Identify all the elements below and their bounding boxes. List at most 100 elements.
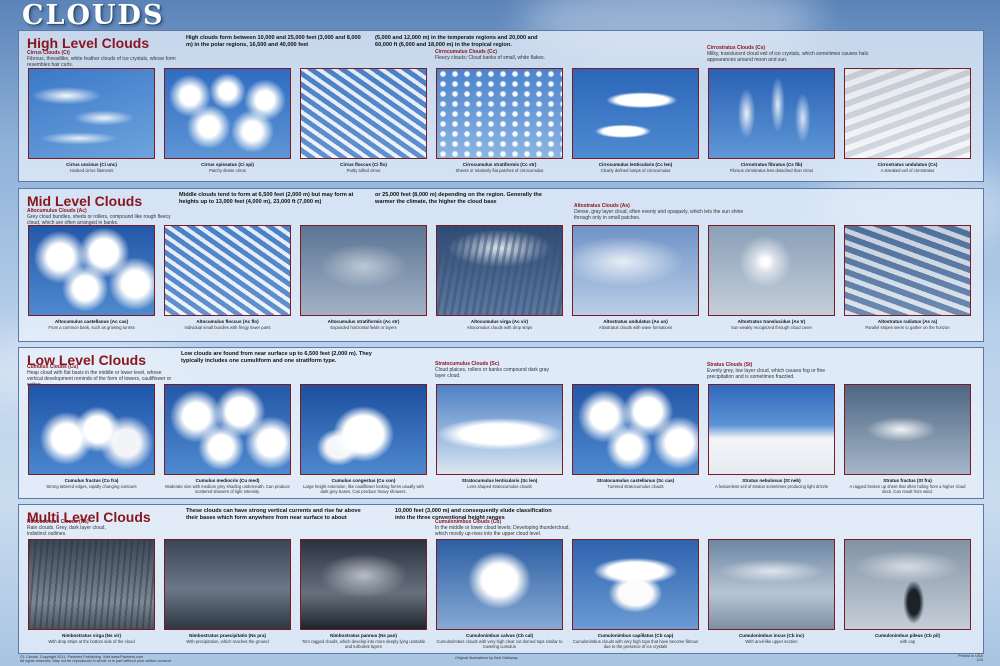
cloud-genus-label: Cirrocumulus Clouds (Cc) Fleecy clouds; C… xyxy=(435,49,555,61)
genus-description: In the middle or lower cloud levels; Dev… xyxy=(435,525,570,537)
cloud-species-description: Partly tufted cirrus xyxy=(346,168,381,173)
section-title: Mid Level Clouds xyxy=(27,193,143,209)
cloud-photo xyxy=(300,68,427,159)
cloud-photo xyxy=(436,539,563,630)
cloud-species-description: Cumulonimbus clouds with very high clear… xyxy=(436,639,563,649)
cloud-species-description: Cumulonimbus clouds with very high tops … xyxy=(572,639,699,649)
cloud-photo xyxy=(844,384,971,475)
cloud-image xyxy=(709,226,834,315)
cloud-image xyxy=(573,385,698,474)
cloud-species-description: Hooked cirrus filaments xyxy=(69,168,114,173)
cloud-species-description: Individual small bundles with fringy low… xyxy=(184,325,271,330)
cloud-image xyxy=(29,226,154,315)
cloud-image xyxy=(165,226,290,315)
cloud-species-name: Cirrus uncinus (Ci unc) xyxy=(66,162,117,167)
cloud-image xyxy=(437,69,562,158)
cloud-species-name: Altocumulus floccus (Ac flo) xyxy=(196,319,259,324)
cloud-species-description: Fibrous cirrostratus less detached than … xyxy=(729,168,814,173)
cloud-image xyxy=(437,226,562,315)
cloud-species-description: A streaked veil of cirrostratus xyxy=(880,168,935,173)
cloud-genus-label: Nimbostratus Clouds (Ns) Rain clouds. Gre… xyxy=(27,519,112,537)
cloud-species-name: Cumulus congestus (Cu con) xyxy=(331,478,396,483)
cloud-species-name: Stratus fractus (St fra) xyxy=(883,478,932,483)
cloud-image xyxy=(709,385,834,474)
section-description: or 25,000 feet (8,000 m) depending on th… xyxy=(375,192,542,205)
cloud-species-name: Nimbostratus virga (Ns vir) xyxy=(62,633,121,638)
cloud-species-name: Altostratus undulatus (As un) xyxy=(603,319,668,324)
cloud-photo xyxy=(164,539,291,630)
cloud-genus-label: Altostratus Clouds (As) Dense, gray layer… xyxy=(574,203,749,221)
cloud-species-description: Clearly defined lumps of cirrocumulus xyxy=(600,168,671,173)
cloud-species-name: Cirrus floccus (Ci flo) xyxy=(340,162,387,167)
cloud-genus-label: Altocumulus Clouds (Ac) Grey cloud bundle… xyxy=(27,208,177,226)
cloud-image xyxy=(845,69,970,158)
cloud-species-name: Altostratus radiatus (As ra) xyxy=(877,319,938,324)
cloud-species-name: Nimbostratus pannus (Ns pan) xyxy=(330,633,397,638)
cloud-species-description: Altostratus clouds with wave formations xyxy=(598,325,673,330)
cloud-species-description: With anvil-like upper section xyxy=(745,639,798,644)
cloud-photo xyxy=(572,68,699,159)
cloud-species-name: Cumulonimbus capillatus (Cb cap) xyxy=(597,633,674,638)
section-title: High Level Clouds xyxy=(27,35,150,51)
cloud-image xyxy=(437,540,562,629)
cloud-photo xyxy=(844,539,971,630)
cloud-species-name: Cirrostratus undulatus (Cs) xyxy=(877,162,938,167)
cloud-photo xyxy=(436,68,563,159)
cloud-species-name: Cumulonimbus calvus (Cb cal) xyxy=(465,633,534,638)
cloud-species-name: Cirrocumulus stratiformis (Cc str) xyxy=(462,162,537,167)
section-mid-level-clouds: Mid Level Clouds Middle clouds tend to fo… xyxy=(18,188,984,342)
cloud-image xyxy=(573,69,698,158)
cloud-photo xyxy=(572,225,699,316)
cloud-image xyxy=(573,540,698,629)
cloud-image xyxy=(29,540,154,629)
cloud-image xyxy=(301,226,426,315)
cloud-species-description: with cap xyxy=(899,639,916,644)
poster-title: CLOUDS xyxy=(22,0,165,31)
cloud-species-description: Altocumulus clouds with drop strips xyxy=(466,325,533,330)
cloud-photo xyxy=(436,225,563,316)
cloud-species-description: A featureless veil of stratus sometimes … xyxy=(714,484,829,489)
cloud-species-description: Expanded horizontal fields or layers xyxy=(330,325,397,330)
cloud-species-description: Strong tattered edges, rapidly changing … xyxy=(46,484,137,489)
cloud-image xyxy=(709,69,834,158)
cloud-species-description: Parallel stripes seem to gather on the h… xyxy=(865,325,950,330)
cloud-photo xyxy=(844,225,971,316)
section-high-level-clouds: High Level Clouds High clouds form betwee… xyxy=(18,30,984,182)
cloud-image xyxy=(301,540,426,629)
cloud-photo xyxy=(572,539,699,630)
cloud-photo xyxy=(300,225,427,316)
cloud-species-description: Large height extension, like cauliflower… xyxy=(303,484,424,494)
cloud-species-name: Altocumulus castellanus (Ac cas) xyxy=(54,319,129,324)
footer-copyright: ©1 Clouds. Copyright 2011. Palmiers Publ… xyxy=(20,655,172,663)
cloud-species-name: Stratocumulus lenticularis (Sc len) xyxy=(461,478,538,483)
section-low-level-clouds: Low Level Clouds Low clouds are found fro… xyxy=(18,347,984,499)
section-description: High clouds form between 10,000 and 25,0… xyxy=(186,35,361,48)
cloud-image xyxy=(845,385,970,474)
cloud-species-description: With drop strips at the bottom side of t… xyxy=(48,639,135,644)
cloud-photo xyxy=(572,384,699,475)
cloud-genus-label: Cirrus Clouds (Ci) Fibrous, threadlike, w… xyxy=(27,50,177,68)
genus-description: Milky, translucent cloud veil of ice cry… xyxy=(707,51,869,63)
cloud-species-name: Cumulus mediocris (Cu med) xyxy=(195,478,260,483)
cloud-image xyxy=(165,69,290,158)
cloud-species-name: Cumulonimbus incus (Cb inc) xyxy=(738,633,805,638)
cloud-species-description: Turreted stratocumulus clouds xyxy=(607,484,664,489)
cloud-photo xyxy=(708,539,835,630)
cloud-species-description: From a common bank, such as growing turr… xyxy=(48,325,135,330)
cloud-image xyxy=(845,226,970,315)
genus-description: Fleecy clouds; Cloud banks of small, whi… xyxy=(435,55,546,61)
cloud-species-name: Cirrostratus fibratus (Cs fib) xyxy=(740,162,803,167)
section-description: Low clouds are found from near surface u… xyxy=(181,351,372,364)
cloud-photo xyxy=(436,384,563,475)
cloud-species-name: Altocumulus virga (Ac vir) xyxy=(470,319,529,324)
cloud-species-name: Nimbostratus praecipitatio (Ns pra) xyxy=(189,633,266,638)
cloud-genus-label: Cirrostratus Clouds (Cs) Milky, transluce… xyxy=(707,45,877,63)
cloud-species-name: Cirrocumulus lenticularis (Cc len) xyxy=(598,162,673,167)
cloud-species-name: Altostratus translucidus (As tr) xyxy=(737,319,806,324)
section-description: (5,000 and 12,000 m) in the temperate re… xyxy=(375,35,538,48)
cloud-image xyxy=(709,540,834,629)
cloud-photo xyxy=(844,68,971,159)
genus-description: Dense, gray layer cloud, often evenly an… xyxy=(574,209,744,221)
cloud-image xyxy=(845,540,970,629)
cloud-species-description: With precipitation, which reaches the gr… xyxy=(186,639,269,644)
